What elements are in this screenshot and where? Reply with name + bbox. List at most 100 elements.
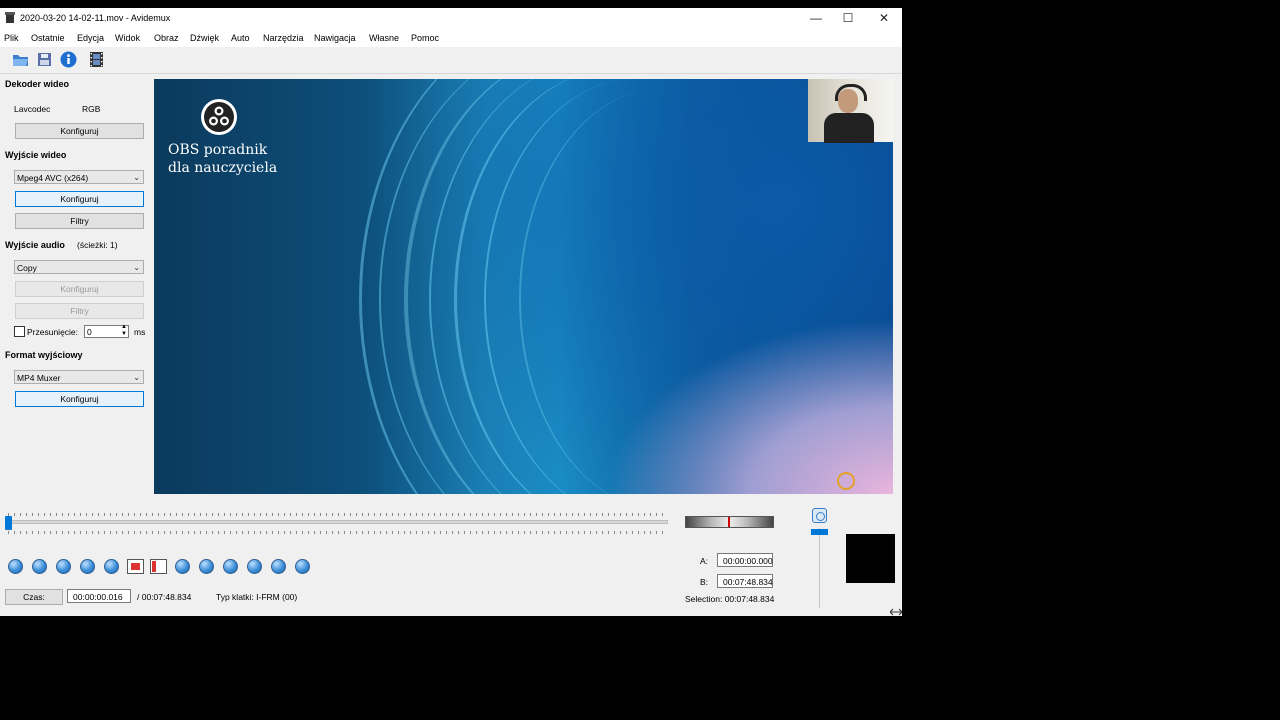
video-codec-select[interactable]: Mpeg4 AVC (x264) ⌄ xyxy=(14,170,144,184)
current-time-field[interactable]: 00:00:00.016 xyxy=(67,589,131,603)
info-icon[interactable] xyxy=(60,51,77,68)
timeline-tick xyxy=(566,531,567,534)
next-black-frame-icon[interactable] xyxy=(247,559,262,574)
audio-configure-button[interactable]: Konfiguruj xyxy=(15,281,144,297)
timeline-tick xyxy=(392,531,393,534)
menu-auto[interactable]: Auto xyxy=(231,33,250,43)
menu-edycja[interactable]: Edycja xyxy=(77,33,104,43)
timeline-tick xyxy=(398,513,399,516)
timeline-tick xyxy=(182,513,183,516)
timeline-tick xyxy=(290,531,291,534)
go-to-marker-a-icon[interactable] xyxy=(175,559,190,574)
timeline-tick xyxy=(566,513,567,516)
timeline-tick xyxy=(476,531,477,534)
timeline-tick xyxy=(374,513,375,516)
timeline-tick xyxy=(476,513,477,516)
timeline-slider-handle[interactable] xyxy=(5,516,12,530)
timeline-tick xyxy=(266,531,267,534)
resize-grip-icon[interactable] xyxy=(890,608,902,616)
timeline-tick xyxy=(224,531,225,534)
maximize-button[interactable]: ☐ xyxy=(830,8,866,28)
timeline-tick xyxy=(152,513,153,516)
menu-widok[interactable]: Widok xyxy=(115,33,140,43)
video-codec-value: Mpeg4 AVC (x264) xyxy=(17,173,89,183)
go-to-first-frame-icon[interactable] xyxy=(271,559,286,574)
set-marker-b-icon[interactable] xyxy=(150,559,167,574)
previous-frame-icon[interactable] xyxy=(32,559,47,574)
timeline-tick xyxy=(50,531,51,534)
go-to-marker-b-icon[interactable] xyxy=(199,559,214,574)
audio-filters-button[interactable]: Filtry xyxy=(15,303,144,319)
timeline-slider[interactable] xyxy=(8,520,668,524)
go-to-last-frame-icon[interactable] xyxy=(295,559,310,574)
film-icon[interactable] xyxy=(88,51,105,68)
video-configure-button[interactable]: Konfiguruj xyxy=(15,191,144,207)
timeline-tick xyxy=(326,513,327,516)
decoder-configure-button[interactable]: Konfiguruj xyxy=(15,123,144,139)
decoder-format: RGB xyxy=(82,104,101,114)
title-bar: 2020-03-20 14-02-11.mov - Avidemux — ☐ ✕ xyxy=(0,8,902,30)
volume-slider-handle[interactable] xyxy=(811,529,828,535)
open-icon[interactable] xyxy=(12,51,29,68)
timeline-tick xyxy=(416,531,417,534)
video-filters-button[interactable]: Filtry xyxy=(15,213,144,229)
output-format-header: Format wyjściowy xyxy=(5,350,83,360)
timeline-tick xyxy=(272,513,273,516)
audio-toggle-icon[interactable] xyxy=(812,508,827,523)
timeline-tick xyxy=(188,513,189,516)
close-button[interactable]: ✕ xyxy=(866,8,902,28)
timeline-tick xyxy=(260,513,261,516)
timeline-tick xyxy=(482,513,483,516)
timeline-tick xyxy=(518,513,519,516)
next-frame-icon[interactable] xyxy=(56,559,71,574)
timeline-tick xyxy=(254,531,255,534)
timeline-tick xyxy=(320,531,321,534)
video-title-line2: dla nauczyciela xyxy=(168,160,278,176)
menu-plik[interactable]: Plik xyxy=(4,33,19,43)
timeline-tick xyxy=(470,513,471,516)
menu-dzwiek[interactable]: Dźwięk xyxy=(190,33,219,43)
timeline-tick xyxy=(110,513,111,516)
menu-pomoc[interactable]: Pomoc xyxy=(411,33,439,43)
timeline-tick xyxy=(236,513,237,516)
previous-black-frame-icon[interactable] xyxy=(223,559,238,574)
menu-wlasne[interactable]: Własne xyxy=(369,33,399,43)
volume-meter[interactable] xyxy=(685,516,774,528)
marker-b-field[interactable]: 00:07:48.834 xyxy=(717,574,773,588)
muxer-value: MP4 Muxer xyxy=(17,373,61,383)
set-marker-a-icon[interactable] xyxy=(127,559,144,574)
save-icon[interactable] xyxy=(36,51,53,68)
timeline-tick xyxy=(656,513,657,516)
marker-a-field[interactable]: 00:00:00.000 xyxy=(717,553,773,567)
timeline-tick xyxy=(74,531,75,534)
timeline-tick xyxy=(116,531,117,534)
timeline-tick xyxy=(98,513,99,516)
next-keyframe-icon[interactable] xyxy=(104,559,119,574)
menu-nawigacja[interactable]: Nawigacja xyxy=(314,33,356,43)
minimize-button[interactable]: — xyxy=(798,8,834,28)
timeline-tick xyxy=(368,513,369,516)
audio-codec-select[interactable]: Copy ⌄ xyxy=(14,260,144,274)
timeline-tick xyxy=(272,531,273,534)
audio-shift-spinbox[interactable]: 0 ▲ ▼ xyxy=(84,324,129,338)
timeline-tick xyxy=(380,513,381,516)
timeline-tick xyxy=(524,513,525,516)
timeline-tick xyxy=(62,513,63,516)
volume-slider-track[interactable] xyxy=(819,528,820,608)
menu-ostatnie[interactable]: Ostatnie xyxy=(31,33,65,43)
webcam-overlay xyxy=(808,79,893,143)
timeline-tick xyxy=(128,513,129,516)
menu-narzedzia[interactable]: Narzędzia xyxy=(263,33,304,43)
play-icon[interactable] xyxy=(8,559,23,574)
timeline-tick xyxy=(122,513,123,516)
timeline-tick xyxy=(488,513,489,516)
previous-keyframe-icon[interactable] xyxy=(80,559,95,574)
time-button[interactable]: Czas: xyxy=(5,589,63,605)
muxer-configure-button[interactable]: Konfiguruj xyxy=(15,391,144,407)
menu-obraz[interactable]: Obraz xyxy=(154,33,179,43)
timeline-tick xyxy=(248,531,249,534)
audio-shift-checkbox[interactable] xyxy=(14,326,25,337)
spin-arrows-icon[interactable]: ▲ ▼ xyxy=(121,324,127,338)
muxer-select[interactable]: MP4 Muxer ⌄ xyxy=(14,370,144,384)
timeline-ticks-bottom xyxy=(8,531,668,534)
